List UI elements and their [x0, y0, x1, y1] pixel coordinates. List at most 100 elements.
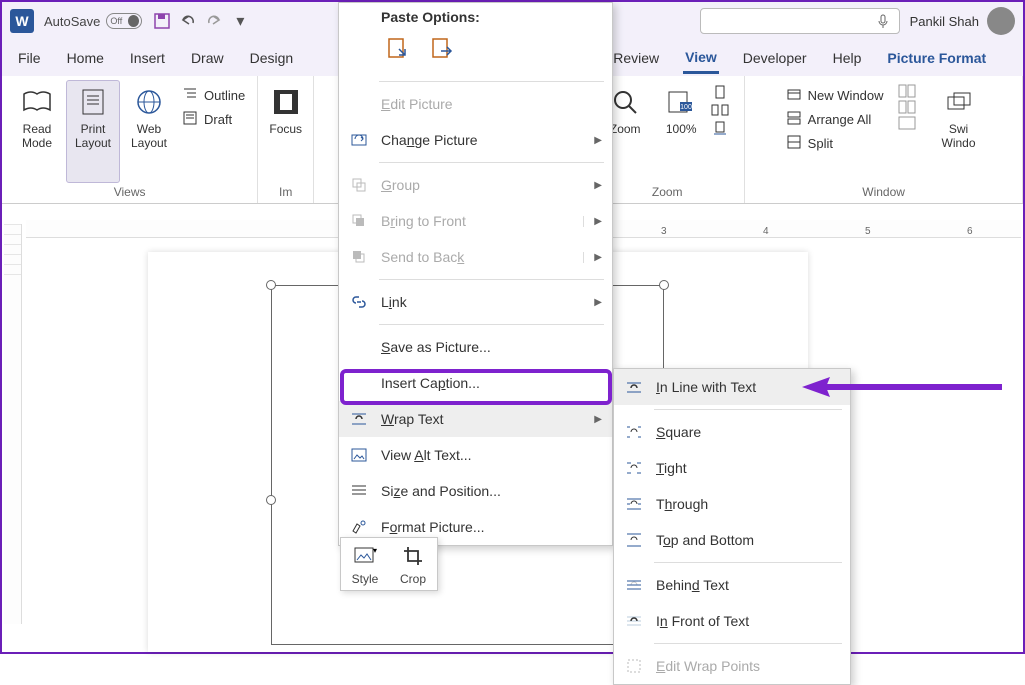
tight-item[interactable]: Tight — [614, 450, 850, 486]
view-side-icon[interactable] — [898, 84, 924, 98]
view-alt-text-item[interactable]: View Alt Text... — [339, 437, 612, 473]
top-bottom-item[interactable]: Top and Bottom — [614, 522, 850, 558]
sync-scroll-icon[interactable] — [898, 100, 924, 114]
link-icon — [349, 292, 369, 312]
user-account[interactable]: Pankil Shah — [910, 7, 1015, 35]
outline-button[interactable]: Outline — [178, 84, 249, 106]
behind-icon — [624, 575, 644, 595]
split-button[interactable]: Split — [782, 132, 888, 154]
paste-options-header: Paste Options: — [339, 3, 612, 27]
size-position-item[interactable]: Size and Position... — [339, 473, 612, 509]
switch-windows-button[interactable]: Swi Windo — [932, 80, 986, 183]
word-app-icon: W — [10, 9, 34, 33]
chevron-down-icon[interactable]: ▾ — [230, 11, 250, 31]
focus-icon — [270, 86, 302, 118]
avatar — [987, 7, 1015, 35]
user-name: Pankil Shah — [910, 14, 979, 29]
send-back-icon — [349, 247, 369, 267]
toggle-knob — [128, 15, 139, 27]
immersive-group: Focus Im — [258, 76, 314, 203]
split-icon — [786, 134, 804, 152]
resize-handle-w[interactable] — [266, 495, 276, 505]
resize-handle-ne[interactable] — [659, 280, 669, 290]
crop-icon — [399, 542, 427, 570]
through-item[interactable]: Through — [614, 486, 850, 522]
autosave-state: Off — [110, 16, 122, 26]
inline-icon — [624, 377, 644, 397]
tab-developer[interactable]: Developer — [741, 44, 809, 72]
arrange-all-button[interactable]: Arrange All — [782, 108, 888, 130]
bring-front-icon — [349, 211, 369, 231]
read-mode-icon — [21, 86, 53, 118]
tab-home[interactable]: Home — [65, 44, 106, 72]
top-bottom-icon — [624, 530, 644, 550]
send-back-item: Send to Back▶ — [339, 239, 612, 275]
insert-caption-item[interactable]: Insert Caption... — [339, 365, 612, 401]
tab-review[interactable]: Review — [611, 44, 661, 72]
tab-file[interactable]: File — [16, 44, 43, 72]
edit-wrap-icon — [624, 656, 644, 676]
hundred-percent-icon: 100 — [665, 86, 697, 118]
size-position-icon — [349, 481, 369, 501]
paste-picture-icon[interactable] — [425, 33, 459, 67]
edit-picture-item: Edit Picture — [339, 86, 612, 122]
tight-icon — [624, 458, 644, 478]
microphone-icon — [875, 13, 891, 29]
print-layout-icon — [77, 86, 109, 118]
autosave-label: AutoSave — [44, 14, 100, 29]
views-group: Read Mode Print Layout Web Layout Outlin… — [2, 76, 258, 203]
group-icon — [349, 175, 369, 195]
new-window-button[interactable]: New Window — [782, 84, 888, 106]
square-icon — [624, 422, 644, 442]
mini-toolbar: ▾Style Crop — [340, 537, 438, 591]
svg-text:▾: ▾ — [373, 546, 377, 555]
group-item: Group▶ — [339, 167, 612, 203]
tab-draw[interactable]: Draw — [189, 44, 226, 72]
reset-window-icon[interactable] — [898, 116, 924, 130]
print-layout-button[interactable]: Print Layout — [66, 80, 120, 183]
tab-view[interactable]: View — [683, 43, 719, 74]
toggle-switch[interactable]: Off — [106, 13, 142, 29]
behind-text-item[interactable]: Behind Text — [614, 567, 850, 603]
page-width-arrow-icon[interactable] — [710, 120, 736, 136]
focus-button[interactable]: Focus — [259, 80, 313, 183]
hundred-percent-button[interactable]: 100 100% — [654, 80, 708, 183]
search-input[interactable] — [700, 8, 900, 34]
tab-picture-format[interactable]: Picture Format — [885, 44, 988, 72]
undo-icon[interactable] — [178, 11, 198, 31]
square-item[interactable]: Square — [614, 414, 850, 450]
tab-insert[interactable]: Insert — [128, 44, 167, 72]
wrap-text-icon — [349, 409, 369, 429]
quick-access-toolbar: ▾ — [152, 11, 250, 31]
bring-front-item: Bring to Front▶ — [339, 203, 612, 239]
save-icon[interactable] — [152, 11, 172, 31]
autosave-toggle[interactable]: AutoSave Off — [44, 13, 142, 29]
save-as-picture-item[interactable]: Save as Picture... — [339, 329, 612, 365]
tab-design[interactable]: Design — [248, 44, 296, 72]
in-front-text-item[interactable]: In Front of Text — [614, 603, 850, 639]
resize-handle-nw[interactable] — [266, 280, 276, 290]
edit-wrap-points-item: Edit Wrap Points — [614, 648, 850, 684]
vertical-ruler — [4, 224, 22, 624]
change-picture-icon — [349, 130, 369, 150]
outline-icon — [182, 86, 200, 104]
wrap-text-item[interactable]: Wrap Text▶ — [339, 401, 612, 437]
arrange-all-icon — [786, 110, 804, 128]
web-layout-button[interactable]: Web Layout — [122, 80, 176, 183]
change-picture-item[interactable]: Change Picture▶ — [339, 122, 612, 158]
format-picture-icon — [349, 517, 369, 537]
crop-button[interactable]: Crop — [393, 542, 433, 586]
style-button[interactable]: ▾Style — [345, 542, 385, 586]
draft-icon — [182, 110, 200, 128]
tab-help[interactable]: Help — [831, 44, 864, 72]
redo-icon[interactable] — [204, 11, 224, 31]
read-mode-button[interactable]: Read Mode — [10, 80, 64, 183]
paste-keep-source-icon[interactable] — [381, 33, 415, 67]
in-front-icon — [624, 611, 644, 631]
page-width-icon[interactable] — [710, 84, 736, 100]
link-item[interactable]: Link▶ — [339, 284, 612, 320]
draft-button[interactable]: Draft — [178, 108, 249, 130]
in-line-with-text-item[interactable]: In Line with Text — [614, 369, 850, 405]
switch-windows-icon — [943, 86, 975, 118]
multiple-pages-icon[interactable] — [710, 102, 736, 118]
